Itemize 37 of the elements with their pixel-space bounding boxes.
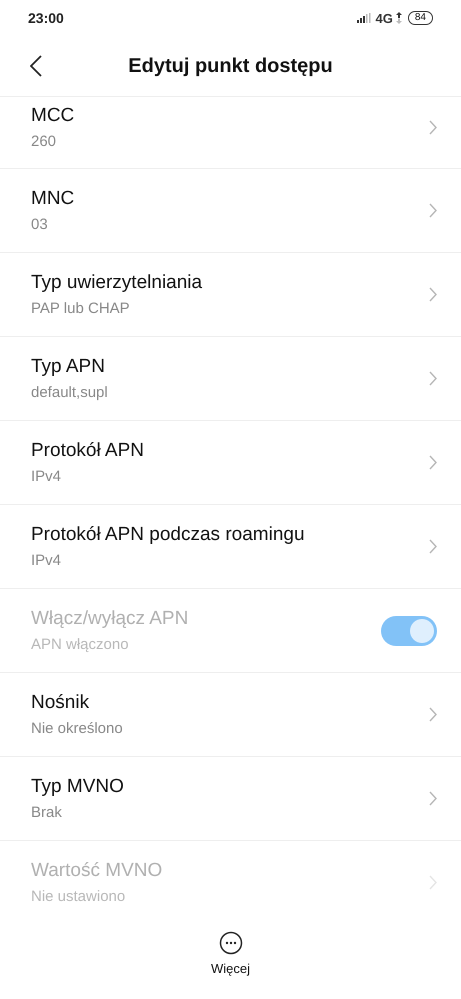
setting-title: Protokół APN podczas roamingu [31, 524, 305, 546]
more-icon[interactable] [218, 931, 242, 955]
data-arrows-icon [396, 12, 402, 24]
battery-level: 84 [408, 11, 433, 25]
setting-value: 03 [31, 216, 49, 233]
setting-title: MNC [31, 188, 74, 210]
setting-value: APN włączono [31, 636, 130, 653]
chevron-icon[interactable] [429, 120, 437, 135]
setting-title: Wartość MVNO [31, 860, 162, 882]
setting-value: PAP lub CHAP [31, 300, 131, 317]
back-icon[interactable] [30, 55, 42, 77]
setting-title: MCC [31, 105, 74, 127]
setting-value: Brak [31, 804, 63, 821]
setting-title: Typ APN [31, 356, 106, 378]
network-type: 4G [376, 10, 393, 26]
setting-title: Typ uwierzytelniania [31, 272, 202, 294]
chevron-icon[interactable] [429, 539, 437, 554]
setting-title: Protokół APN [31, 440, 144, 462]
setting-title: Typ MVNO [31, 776, 124, 798]
chevron-icon[interactable] [429, 371, 437, 386]
setting-value: 260 [31, 133, 58, 150]
chevron-icon[interactable] [429, 203, 437, 218]
setting-value: IPv4 [31, 468, 62, 485]
setting-title: Włącz/wyłącz APN [31, 608, 188, 630]
more-label[interactable]: Więcej [210, 961, 250, 976]
chevron-icon[interactable] [429, 455, 437, 470]
setting-value: IPv4 [31, 552, 62, 569]
status-time: 23:00 [28, 10, 64, 26]
setting-value: Nie ustawiono [31, 888, 126, 905]
chevron-icon[interactable] [429, 707, 437, 722]
page-title: Edytuj punkt dostępu [128, 54, 333, 78]
chevron-icon[interactable] [429, 287, 437, 302]
signal-icon [356, 13, 373, 23]
setting-title: Nośnik [31, 692, 90, 714]
setting-value: default,supl [31, 384, 108, 401]
setting-value: Nie określono [31, 720, 123, 737]
chevron-icon[interactable] [429, 791, 437, 806]
